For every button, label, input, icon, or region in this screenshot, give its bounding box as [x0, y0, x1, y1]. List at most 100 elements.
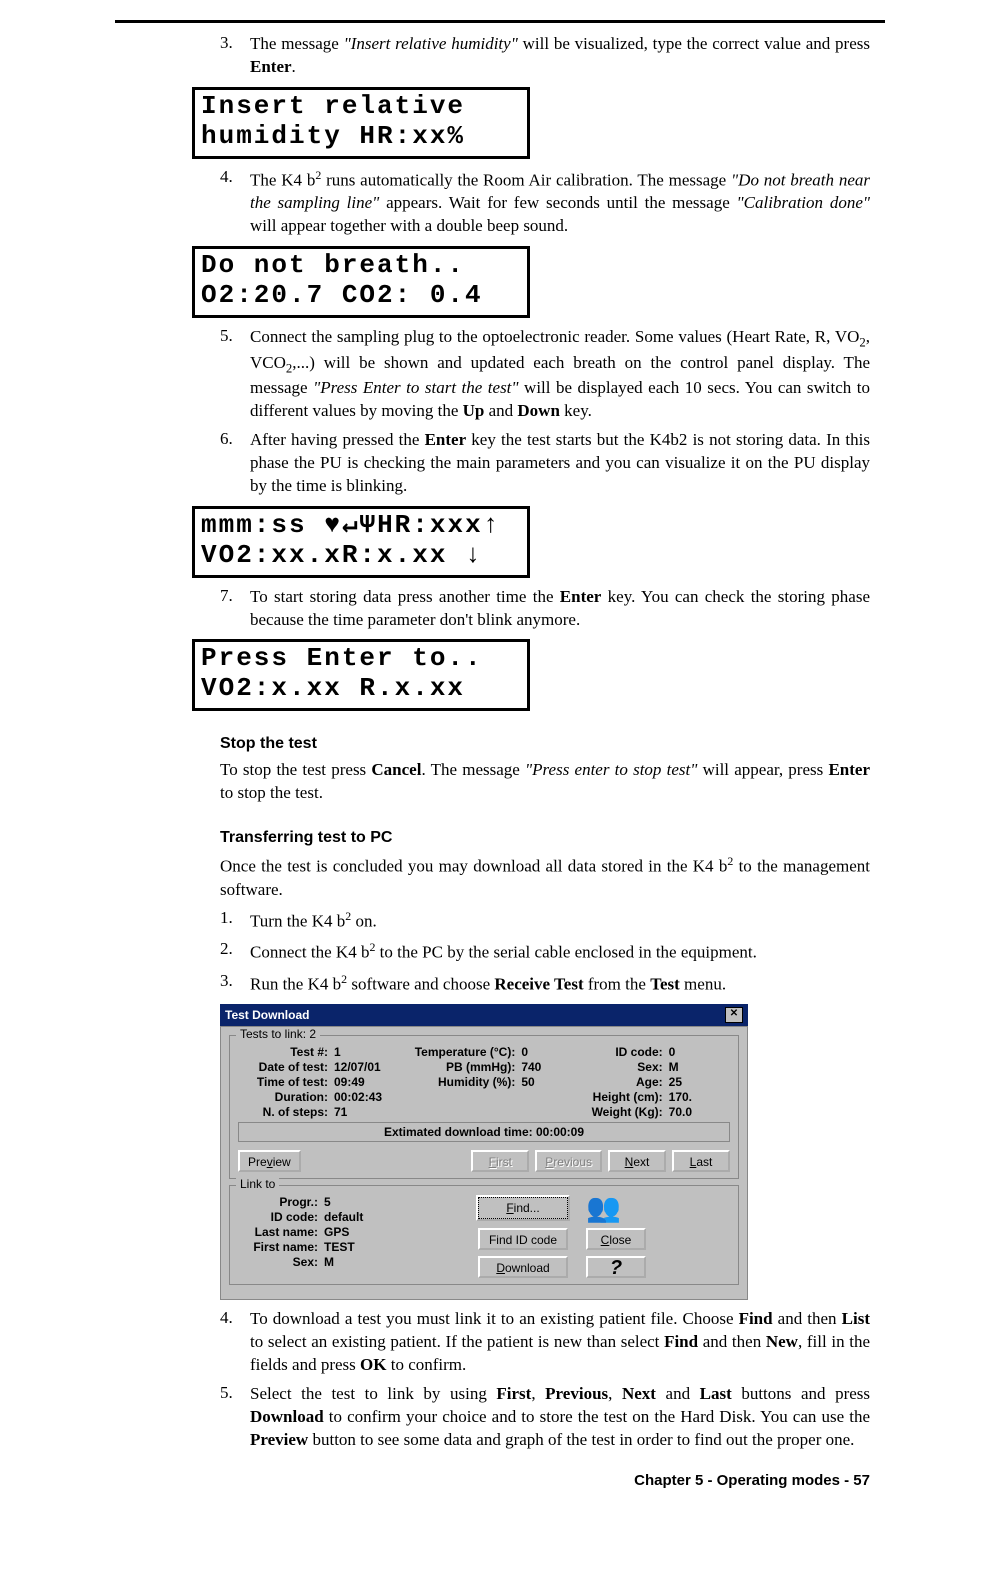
- bold-text: Enter: [250, 57, 292, 76]
- text: To stop the test press: [220, 760, 371, 779]
- list-number: 5.: [220, 1383, 250, 1452]
- dialog-body: Tests to link: 2 Test #:1 Date of test:1…: [220, 1026, 748, 1300]
- lcd-line: VO2:xx.xR:x.xx ↓: [201, 540, 483, 570]
- next-button[interactable]: Next: [608, 1150, 666, 1172]
- field-value: GPS: [324, 1225, 349, 1239]
- top-horizontal-rule: [115, 20, 885, 23]
- field-label: Progr.:: [238, 1195, 324, 1209]
- text: Connect the K4 b: [250, 943, 369, 962]
- heading-stop-test: Stop the test: [220, 735, 870, 753]
- text: and then: [698, 1332, 766, 1351]
- field-label: Date of test:: [238, 1060, 334, 1074]
- lcd-display: Do not breath.. O2:20.7 CO2: 0.4: [192, 246, 530, 318]
- field-label: ID code:: [573, 1045, 669, 1059]
- text: buttons and press: [732, 1384, 870, 1403]
- lcd-line: Insert relative: [201, 91, 465, 121]
- list-body: To start storing data press another time…: [250, 586, 870, 632]
- close-button[interactable]: Close: [586, 1228, 646, 1250]
- text: ,: [608, 1384, 622, 1403]
- list-body: The K4 b2 runs automatically the Room Ai…: [250, 167, 870, 238]
- field-value: M: [324, 1255, 334, 1269]
- list-number: 4.: [220, 167, 250, 238]
- quoted-text: "Press Enter to start the test": [313, 378, 518, 397]
- text: After having pressed the: [250, 430, 425, 449]
- text: Connect the sampling plug to the optoele…: [250, 327, 859, 346]
- field-value: 0: [669, 1045, 676, 1059]
- bold-text: Find: [664, 1332, 698, 1351]
- bold-text: Enter: [425, 430, 467, 449]
- lcd-display: Insert relative humidity HR:xx%: [192, 87, 530, 159]
- lcd-line: mmm:ss ♥↵ΨHR:xxx↑: [201, 510, 500, 540]
- text: key.: [560, 401, 592, 420]
- lcd-line: Do not breath..: [201, 250, 465, 280]
- bold-text: Enter: [828, 760, 870, 779]
- field-value: 0: [521, 1045, 528, 1059]
- field-row: ID code:default: [238, 1210, 468, 1224]
- previous-button[interactable]: Previous: [535, 1150, 602, 1172]
- field-value: M: [669, 1060, 679, 1074]
- field-value: 09:49: [334, 1075, 365, 1089]
- lcd-display: Press Enter to.. VO2:x.xx R.x.xx: [192, 639, 530, 711]
- field-row: ID code:0: [573, 1045, 730, 1059]
- field-label: ID code:: [238, 1210, 324, 1224]
- bold-text: Test: [650, 974, 680, 993]
- bold-text: Find: [739, 1309, 773, 1328]
- text: The message: [250, 34, 344, 53]
- first-button[interactable]: First: [471, 1150, 529, 1172]
- field-label: Weight (Kg):: [573, 1105, 669, 1119]
- text: to stop the test.: [220, 783, 323, 802]
- text: runs automatically the Room Air calibrat…: [321, 170, 731, 189]
- field-row: Sex:M: [573, 1060, 730, 1074]
- list-item: 7. To start storing data press another t…: [220, 586, 870, 632]
- list-number: 2.: [220, 939, 250, 965]
- list-number: 5.: [220, 326, 250, 423]
- list-item: 4. To download a test you must link it t…: [220, 1308, 870, 1377]
- field-row: Weight (Kg):70.0: [573, 1105, 730, 1119]
- text: will appear together with a double beep …: [250, 216, 568, 235]
- field-label: PB (mmHg):: [405, 1060, 521, 1074]
- field-value: default: [324, 1210, 363, 1224]
- text: Run the K4 b: [250, 974, 341, 993]
- field-row: Time of test:09:49: [238, 1075, 395, 1089]
- field-row: Test #:1: [238, 1045, 395, 1059]
- field-row: Last name:GPS: [238, 1225, 468, 1239]
- field-value: 71: [334, 1105, 347, 1119]
- text: lose: [609, 1233, 631, 1247]
- help-button[interactable]: ?: [586, 1256, 646, 1278]
- dialog-title: Test Download: [225, 1008, 309, 1022]
- find-id-code-button[interactable]: Find ID code: [478, 1228, 568, 1250]
- field-row: Age:25: [573, 1075, 730, 1089]
- bold-text: Enter: [560, 587, 602, 606]
- text: Turn the K4 b: [250, 911, 345, 930]
- text: will be visualized, type the correct val…: [518, 34, 870, 53]
- help-icon: ?: [610, 1260, 622, 1276]
- field-label: Sex:: [238, 1255, 324, 1269]
- field-value: 00:02:43: [334, 1090, 382, 1104]
- field-row: N. of steps:71: [238, 1105, 395, 1119]
- text: button to see some data and graph of the…: [308, 1430, 854, 1449]
- lcd-line: Press Enter to..: [201, 643, 483, 673]
- paragraph: To stop the test press Cancel. The messa…: [220, 759, 870, 805]
- field-row: Sex:M: [238, 1255, 468, 1269]
- field-label: N. of steps:: [238, 1105, 334, 1119]
- lcd-display: mmm:ss ♥↵ΨHR:xxx↑ VO2:xx.xR:x.xx ↓: [192, 506, 530, 578]
- bold-text: Cancel: [371, 760, 421, 779]
- text: Select the test to link by using: [250, 1384, 496, 1403]
- field-label: Test #:: [238, 1045, 334, 1059]
- last-button[interactable]: Last: [672, 1150, 730, 1172]
- text: on.: [351, 911, 377, 930]
- field-label: Time of test:: [238, 1075, 334, 1089]
- text: To start storing data press another time…: [250, 587, 560, 606]
- list-body: Connect the K4 b2 to the PC by the seria…: [250, 939, 870, 965]
- download-button[interactable]: Download: [478, 1256, 568, 1278]
- field-label: Sex:: [573, 1060, 669, 1074]
- dialog-titlebar[interactable]: Test Download ✕: [220, 1004, 748, 1026]
- preview-button[interactable]: Preview: [238, 1150, 301, 1172]
- quoted-text: "Insert relative humidity": [344, 34, 518, 53]
- paragraph: Once the test is concluded you may downl…: [220, 853, 870, 902]
- text: ,: [531, 1384, 545, 1403]
- find-button[interactable]: Find...: [478, 1197, 568, 1219]
- field-row: Date of test:12/07/01: [238, 1060, 395, 1074]
- close-icon[interactable]: ✕: [725, 1007, 743, 1023]
- list-number: 1.: [220, 908, 250, 934]
